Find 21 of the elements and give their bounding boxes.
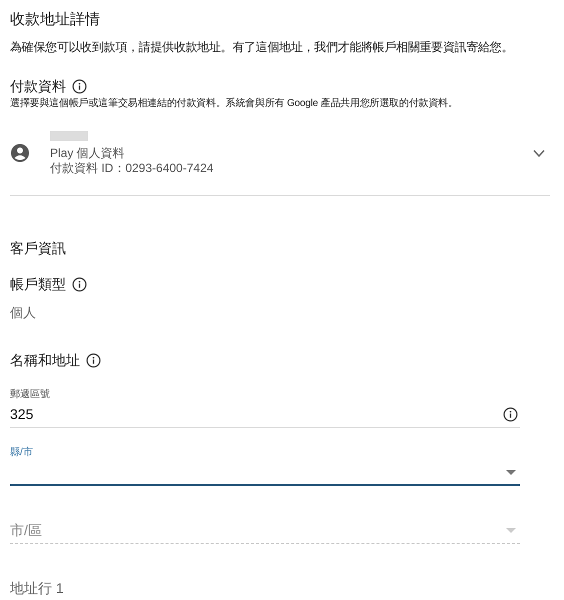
page-title: 收款地址詳情 (10, 10, 101, 30)
payment-profile-selector[interactable]: Play 個人資料 付款資料 ID：0293-6400-7424 (10, 111, 550, 196)
section-heading: 客戶資訊 (10, 239, 67, 258)
help-text: 選擇要與這個帳戶或這筆交易相連結的付款資料。系統會與所有 Google 產品共用您所選取的付款資料。 (10, 97, 459, 111)
profile-type: Play 個人資料 (50, 146, 126, 160)
info-icon[interactable] (72, 78, 87, 94)
input-field[interactable]: 地址行 1 (10, 563, 520, 600)
dropdown-field[interactable]: 縣/市 (10, 447, 520, 486)
field-heading: 名稱和地址 (10, 351, 80, 370)
info-icon[interactable] (503, 406, 518, 422)
field-heading: 帳戶類型 (10, 275, 66, 294)
info-icon[interactable] (72, 276, 87, 292)
dropdown-arrow-icon (506, 528, 516, 532)
dropdown-arrow-icon (506, 470, 516, 474)
account-type-value: 個人 (10, 304, 37, 322)
account-icon (10, 143, 30, 163)
description-text: 為確保您可以收到款項，請提供收款地址。有了這個地址，我們才能將帳戶相關重要資訊寄給您。 (10, 39, 514, 56)
section-heading: 付款資料 (10, 77, 66, 96)
input-field[interactable]: 郵遞區號 325 (10, 389, 520, 428)
info-icon[interactable] (86, 352, 101, 368)
profile-id: 付款資料 ID：0293-6400-7424 (50, 160, 214, 176)
